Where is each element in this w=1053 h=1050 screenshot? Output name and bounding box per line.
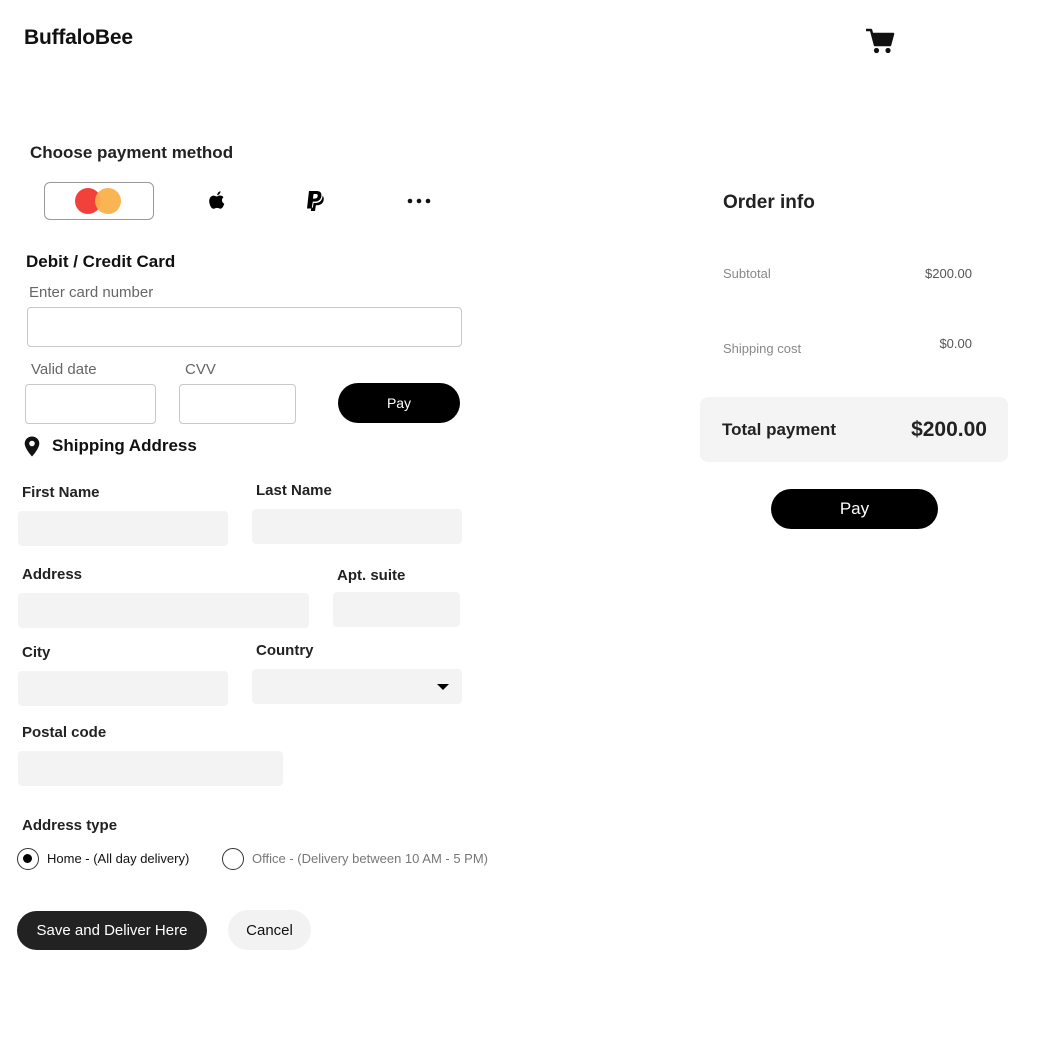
chevron-down-icon [437,684,449,690]
address-type-label: Address type [22,817,118,834]
first-name-label: First Name [22,484,100,501]
cvv-label: CVV [185,361,216,378]
total-payment-label: Total payment [722,420,836,439]
city-label: City [22,644,51,661]
more-icon [407,198,431,204]
shipping-cost-label: Shipping cost [723,341,802,356]
apt-suite-input[interactable] [333,592,460,627]
paypal-icon [307,191,324,211]
brand-logo[interactable]: BuffaloBee [24,26,133,50]
card-number-input[interactable] [27,307,462,347]
save-and-deliver-button[interactable]: Save and Deliver Here [17,911,207,950]
valid-date-label: Valid date [31,361,97,378]
cart-icon[interactable] [865,27,895,55]
radio-selected-dot [23,854,32,863]
shipping-address-title: Shipping Address [52,436,197,455]
card-number-label: Enter card number [29,284,154,301]
address-label: Address [22,566,83,583]
total-payment-value: $200.00 [911,418,987,441]
address-type-office-label[interactable]: Office - (Delivery between 10 AM - 5 PM) [252,851,488,866]
card-pay-button[interactable]: Pay [338,383,460,423]
shipping-cost-value: $0.00 [939,336,972,351]
address-type-home-radio[interactable] [17,848,39,870]
cvv-input[interactable] [179,384,296,424]
order-pay-button[interactable]: Pay [771,489,938,529]
valid-date-input[interactable] [25,384,156,424]
payment-method-title: Choose payment method [30,143,234,162]
address-type-office-radio[interactable] [222,848,244,870]
subtotal-value: $200.00 [925,266,972,281]
postal-code-label: Postal code [22,724,107,741]
location-pin-icon [24,436,40,457]
address-input[interactable] [18,593,309,628]
subtotal-label: Subtotal [723,266,771,281]
card-section-title: Debit / Credit Card [26,252,176,271]
payment-method-paypal[interactable] [296,182,334,220]
apt-suite-label: Apt. suite [337,567,406,584]
country-select[interactable] [252,669,462,704]
first-name-input[interactable] [18,511,228,546]
last-name-label: Last Name [256,482,332,499]
payment-method-card[interactable] [44,182,154,220]
order-info-title: Order info [723,192,815,213]
apple-icon [209,191,225,209]
last-name-input[interactable] [252,509,462,544]
address-type-home-label[interactable]: Home - (All day delivery) [47,851,189,866]
country-label: Country [256,642,314,659]
postal-code-input[interactable] [18,751,283,786]
city-input[interactable] [18,671,228,706]
cancel-button[interactable]: Cancel [228,910,311,950]
mastercard-icon [75,188,123,214]
payment-method-more[interactable] [400,182,438,220]
payment-method-apple[interactable] [198,182,236,220]
